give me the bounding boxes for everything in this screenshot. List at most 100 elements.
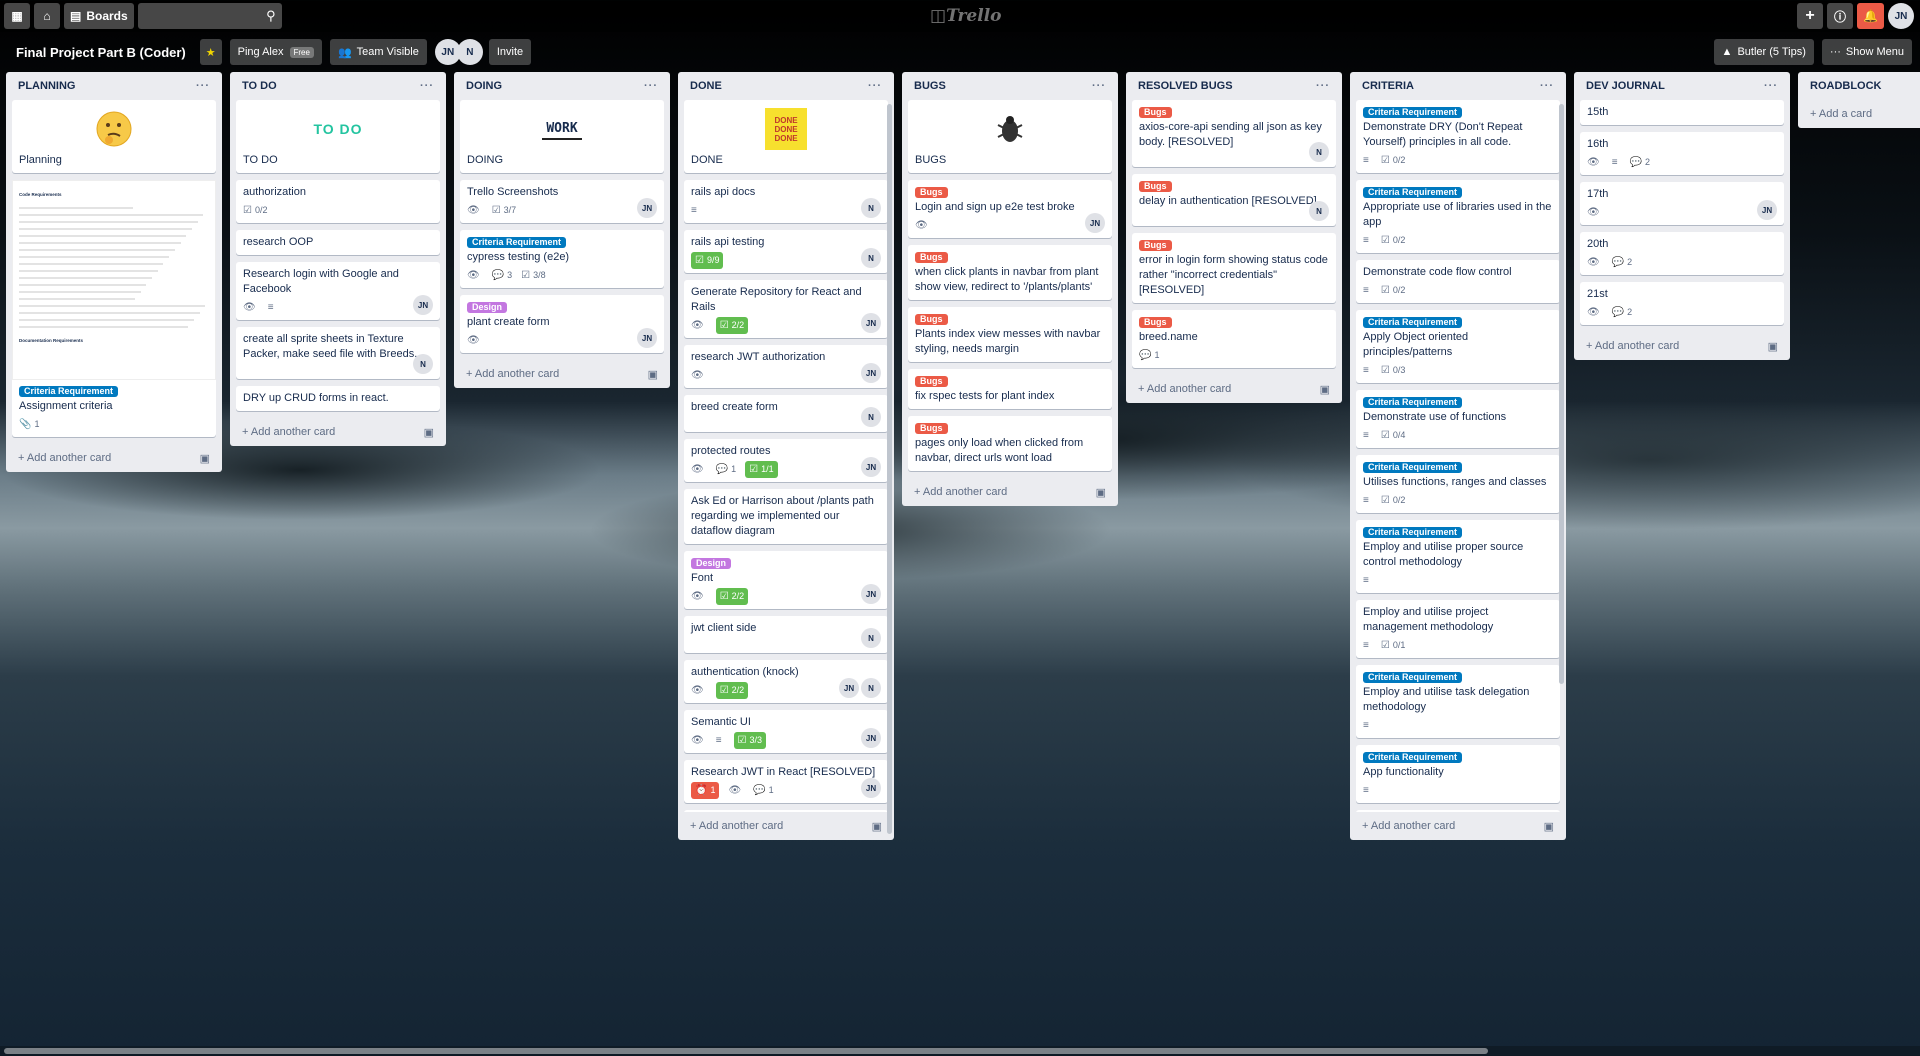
template-icon[interactable]: ▣ [648, 368, 658, 381]
card[interactable]: Generate Repository for React and Rails 👁… [684, 280, 888, 338]
card[interactable]: Trello Screenshots 👁 ☑ 3/7 JN [460, 180, 664, 223]
boards-button[interactable]: ▤ Boards [64, 3, 134, 29]
card[interactable]: Bugs when click plants in navbar from pla… [908, 245, 1112, 300]
card[interactable]: Demonstrate code flow control ≡ ☑ 0/2 [1356, 260, 1560, 303]
member-avatar[interactable]: JN [637, 198, 657, 218]
invite-button[interactable]: Invite [488, 39, 532, 65]
card[interactable]: authentication (knock) 👁 ☑ 2/2 JN N [684, 660, 888, 703]
list-header[interactable]: PLANNING ··· [12, 72, 216, 100]
card[interactable]: Criteria RequirementDeployment≡☑1/4 [1356, 810, 1560, 812]
visibility-button[interactable]: 👥 Team Visible [329, 39, 427, 65]
member-avatar[interactable]: N [861, 678, 881, 698]
card[interactable]: Criteria Requirement cypress testing (e2e… [460, 230, 664, 288]
template-icon[interactable]: ▣ [200, 452, 210, 465]
card[interactable]: 17th 👁 JN [1580, 182, 1784, 225]
template-icon[interactable]: ▣ [424, 426, 434, 439]
card[interactable]: protected routes 👁 💬 1 ☑ 1/1 JN [684, 439, 888, 482]
butler-button[interactable]: ▲ Butler (5 Tips) [1713, 39, 1814, 65]
scrollbar-thumb[interactable] [4, 1048, 1488, 1054]
member-avatar[interactable]: N [861, 407, 881, 427]
card[interactable]: research JWT authorization 👁 JN [684, 345, 888, 388]
member-avatar[interactable]: JN [861, 313, 881, 333]
card[interactable]: DONE DONE DONE DONE [684, 100, 888, 173]
card[interactable]: Criteria Requirement Employ and utilise p… [1356, 520, 1560, 593]
card[interactable]: Employ and utilise project management me… [1356, 600, 1560, 658]
team-button[interactable]: Ping Alex Free [229, 39, 322, 65]
card[interactable]: WORK DOING [460, 100, 664, 173]
card[interactable]: Design plant create form 👁 JN [460, 295, 664, 353]
more-icon[interactable]: ··· [1540, 80, 1554, 92]
more-icon[interactable]: ··· [1764, 80, 1778, 92]
search-input[interactable]: ⚲ [137, 3, 282, 29]
card[interactable]: TO DO TO DO [236, 100, 440, 173]
more-icon[interactable]: ··· [868, 80, 882, 92]
list-title[interactable]: PLANNING [18, 80, 75, 92]
member-avatar[interactable]: N [413, 354, 433, 374]
card[interactable]: research OOP [236, 230, 440, 255]
member-avatar[interactable]: JN [861, 584, 881, 604]
list-title[interactable]: DONE [690, 80, 722, 92]
card[interactable]: Criteria Requirement Appropriate use of l… [1356, 180, 1560, 253]
card[interactable]: Bugs pages only load when clicked from na… [908, 416, 1112, 471]
card[interactable]: create all sprite sheets in Texture Pack… [236, 327, 440, 379]
card[interactable]: BUGS [908, 100, 1112, 173]
info-icon[interactable]: ⓘ [1827, 3, 1854, 29]
list-title[interactable]: BUGS [914, 80, 946, 92]
list-header[interactable]: DEV JOURNAL ··· [1580, 72, 1784, 100]
card[interactable]: Bugs Plants index view messes with navbar… [908, 307, 1112, 362]
card[interactable]: Design Font 👁 ☑ 2/2 JN [684, 551, 888, 609]
template-icon[interactable]: ▣ [1096, 486, 1106, 499]
add-icon[interactable]: + [1797, 3, 1824, 29]
card[interactable]: Ask Ed or Harrison about /plants path re… [684, 489, 888, 544]
member-avatar[interactable]: JN [1085, 213, 1105, 233]
list-header[interactable]: RESOLVED BUGS ··· [1132, 72, 1336, 100]
template-icon[interactable]: ▣ [872, 820, 882, 833]
notification-bell-icon[interactable]: 🔔 [1857, 3, 1884, 29]
member-avatar[interactable]: N [861, 198, 881, 218]
card[interactable]: DRY up CRUD forms in react. [236, 386, 440, 411]
more-icon[interactable]: ··· [1316, 80, 1330, 92]
list-scrollbar[interactable] [887, 104, 892, 834]
more-icon[interactable]: ··· [420, 80, 434, 92]
star-icon[interactable]: ★ [199, 39, 222, 65]
card[interactable]: breed create form N [684, 395, 888, 432]
card[interactable]: Criteria Requirement App functionality ≡ [1356, 745, 1560, 803]
member-avatar[interactable]: JN [413, 295, 433, 315]
member-avatar[interactable]: JN [861, 728, 881, 748]
member-avatar[interactable]: JN [861, 778, 881, 798]
trello-logo[interactable]: ◫Trello [930, 6, 1002, 26]
card[interactable]: authorization ☑ 0/2 [236, 180, 440, 223]
list-title[interactable]: TO DO [242, 80, 277, 92]
home-icon[interactable]: ⌂ [34, 3, 60, 29]
template-icon[interactable]: ▣ [1768, 340, 1778, 353]
card[interactable]: 20th 👁 💬 2 [1580, 232, 1784, 275]
member-avatar[interactable]: N [861, 628, 881, 648]
list-title[interactable]: ROADBLOCK [1810, 80, 1882, 92]
list-header[interactable]: ROADBLOCK [1804, 72, 1920, 100]
member-avatar[interactable]: N [1309, 142, 1329, 162]
list-title[interactable]: DOING [466, 80, 502, 92]
add-card-button[interactable]: + Add another card ▣ [460, 360, 664, 388]
add-card-button[interactable]: + Add another card ▣ [1356, 812, 1560, 840]
card[interactable]: Research login with Google and Facebook 👁… [236, 262, 440, 320]
apps-icon[interactable]: ▦ [4, 3, 30, 29]
card[interactable]: rails api docs ≡ N [684, 180, 888, 223]
list-header[interactable]: TO DO ··· [236, 72, 440, 100]
template-icon[interactable]: ▣ [1544, 820, 1554, 833]
card[interactable]: Bugs fix rspec tests for plant index [908, 369, 1112, 409]
list-header[interactable]: BUGS ··· [908, 72, 1112, 100]
card[interactable]: Criteria Requirement Apply Object oriente… [1356, 310, 1560, 383]
horizontal-scrollbar[interactable] [0, 1046, 1920, 1056]
member-avatar[interactable]: JN [1757, 200, 1777, 220]
member-avatar[interactable]: JN [637, 328, 657, 348]
card[interactable]: Semantic UI 👁 ≡ ☑ 3/3 JN [684, 710, 888, 753]
add-card-button[interactable]: + Add another card ▣ [1132, 375, 1336, 403]
card[interactable]: Bugs axios-core-api sending all json as k… [1132, 100, 1336, 167]
list-title[interactable]: RESOLVED BUGS [1138, 80, 1233, 92]
card[interactable]: rails api testing ☑ 9/9 N [684, 230, 888, 273]
template-icon[interactable]: ▣ [1320, 383, 1330, 396]
list-header[interactable]: DOING ··· [460, 72, 664, 100]
list-scrollbar[interactable] [1559, 104, 1564, 684]
member-avatar[interactable]: N [861, 248, 881, 268]
add-card-button[interactable]: + Add another card ▣ [1580, 332, 1784, 360]
